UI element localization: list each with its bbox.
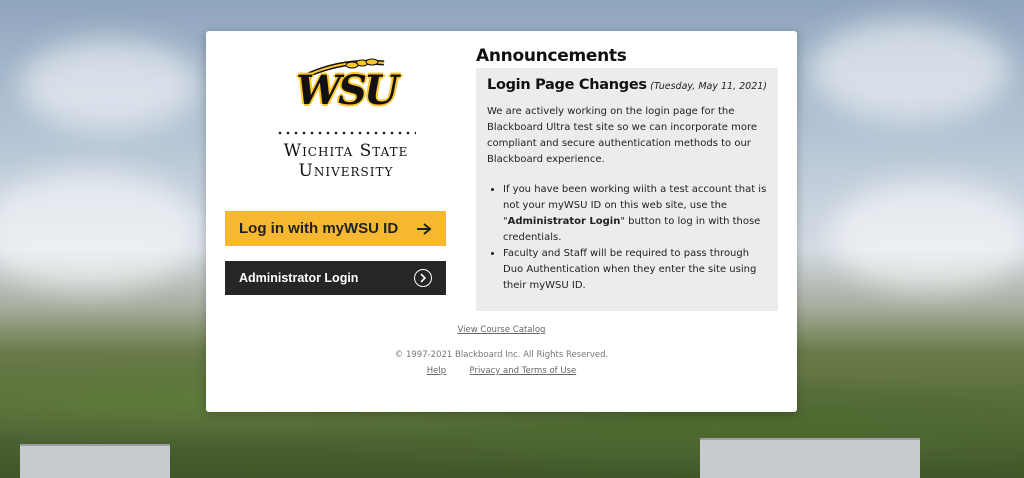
announcement-bullet: Faculty and Staff will be required to pa… [503,246,767,294]
administrator-login-label: Administrator Login [239,271,359,285]
university-logo: WSU Wichita State University [226,53,466,181]
course-catalog-row: View Course Catalog [206,325,797,335]
administrator-login-button[interactable]: Administrator Login [225,261,446,295]
login-mywsu-label: Log in with myWSU ID [239,220,399,237]
university-name-line1: Wichita State [283,141,409,161]
announcement-date: (Tuesday, May 11, 2021) [650,81,767,92]
background-cloud [810,20,1010,120]
help-link[interactable]: Help [427,366,446,376]
background-building [700,438,920,478]
logo-divider [276,131,416,135]
background-cloud [0,170,200,290]
login-mywsu-button[interactable]: Log in with myWSU ID [225,211,446,246]
footer-links: Help Privacy and Terms of Use [206,366,797,376]
announcement-header: Login Page Changes (Tuesday, May 11, 202… [487,77,767,93]
privacy-terms-link[interactable]: Privacy and Terms of Use [470,366,577,376]
wsu-logo-mark: WSU [286,53,406,123]
view-course-catalog-link[interactable]: View Course Catalog [458,325,546,335]
arrow-right-icon [417,222,432,235]
background-cloud [20,40,200,130]
announcements-heading: Announcements [476,46,627,66]
copyright-text: © 1997-2021 Blackboard Inc. All Rights R… [394,350,609,360]
announcement-body: We are actively working on the login pag… [487,104,767,294]
announcement-bullet: If you have been working wiith a test ac… [503,182,767,246]
announcement-paragraph: We are actively working on the login pag… [487,106,758,165]
logo-letters: WSU [296,67,399,114]
login-card: WSU Wichita State University Log in with… [206,31,797,412]
announcement-list: If you have been working wiith a test ac… [487,182,767,294]
background-cloud [830,180,1024,290]
announcement-title: Login Page Changes [487,77,647,93]
circle-chevron-right-icon [414,269,432,287]
university-name-line2: University [298,161,394,181]
background-building [20,444,170,478]
administrator-login-emphasis: Administrator Login [507,216,621,227]
announcement-panel: Login Page Changes (Tuesday, May 11, 202… [476,68,778,311]
